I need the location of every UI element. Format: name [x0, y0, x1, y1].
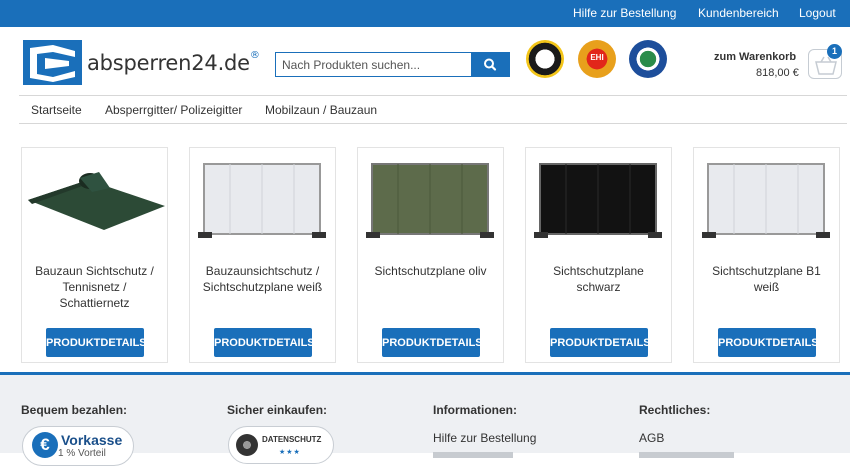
site-footer: Bequem bezahlen: € Vorkasse 1 % Vorteil …: [0, 372, 850, 466]
product-title[interactable]: Bauzaunsichtschutz / Sichtschutzplane we…: [195, 263, 330, 295]
product-card[interactable]: Sichtschutzplane oliv PRODUKTDETAILS: [357, 147, 504, 363]
vorkasse-subtitle: 1 % Vorteil: [58, 448, 106, 459]
vorkasse-badge[interactable]: € Vorkasse 1 % Vorteil: [22, 426, 134, 466]
product-title[interactable]: Sichtschutzplane oliv: [363, 263, 498, 279]
search-input[interactable]: [276, 53, 472, 76]
vorkasse-title: Vorkasse: [61, 432, 123, 448]
datenschutz-stars: ★★★: [279, 449, 301, 456]
search-button[interactable]: [471, 53, 509, 76]
ehi-seal-label: EHI: [590, 53, 604, 62]
nav-item-mobilzaun[interactable]: Mobilzaun / Bauzaun: [265, 103, 377, 117]
product-image-olive-panel[interactable]: [358, 148, 503, 252]
search-icon: [484, 58, 497, 71]
help-link[interactable]: Hilfe zur Bestellung: [573, 6, 676, 20]
product-details-button[interactable]: PRODUKTDETAILS: [46, 328, 147, 357]
logo-wordmark: absperren24.de®: [87, 50, 260, 75]
trusted-shops-seal-icon[interactable]: [526, 40, 564, 78]
product-details-button[interactable]: PRODUKTDETAILS: [214, 328, 315, 357]
product-image-white-panel[interactable]: [190, 148, 335, 252]
product-details-button[interactable]: PRODUKTDETAILS: [382, 328, 483, 357]
nav-item-absperrgitter[interactable]: Absperrgitter/ Polizeigitter: [105, 103, 242, 117]
footer-heading-payment: Bequem bezahlen:: [21, 403, 128, 417]
cart-total: 818,00 €: [756, 67, 799, 79]
product-image-black-panel[interactable]: [526, 148, 671, 252]
account-link[interactable]: Kundenbereich: [698, 6, 779, 20]
product-card[interactable]: Sichtschutzplane B1 weiß PRODUKTDETAILS: [693, 147, 840, 363]
top-utility-bar: Hilfe zur Bestellung Kundenbereich Logou…: [0, 0, 850, 27]
datenschutz-badge[interactable]: DATENSCHUTZ ★★★: [228, 426, 334, 464]
footer-heading-legal: Rechtliches:: [639, 403, 711, 417]
footer-link-help[interactable]: Hilfe zur Bestellung: [433, 431, 536, 445]
trust-badge-seal-icon[interactable]: [629, 40, 667, 78]
product-title[interactable]: Sichtschutzplane schwarz: [531, 263, 666, 295]
ehi-seal-icon[interactable]: EHI: [578, 40, 616, 78]
datenschutz-title: DATENSCHUTZ: [262, 435, 322, 444]
cart-label[interactable]: zum Warenkorb: [714, 51, 796, 63]
footer-heading-info: Informationen:: [433, 403, 517, 417]
nav-item-home[interactable]: Startseite: [31, 103, 82, 117]
product-title[interactable]: Sichtschutzplane B1 weiß: [699, 263, 834, 295]
product-details-button[interactable]: PRODUKTDETAILS: [550, 328, 651, 357]
site-logo[interactable]: absperren24.de®: [23, 40, 263, 86]
product-card[interactable]: Sichtschutzplane schwarz PRODUKTDETAILS: [525, 147, 672, 363]
cart-count-badge: 1: [827, 44, 842, 59]
search-form: [275, 52, 510, 77]
product-image-net-roll[interactable]: [22, 148, 167, 252]
logo-mark-icon: [23, 40, 82, 85]
footer-heading-security: Sicher einkaufen:: [227, 403, 328, 417]
product-image-white-panel[interactable]: [694, 148, 839, 252]
product-title[interactable]: Bauzaun Sichtschutz / Tennisnetz / Schat…: [27, 263, 162, 311]
product-card[interactable]: Bauzaun Sichtschutz / Tennisnetz / Schat…: [21, 147, 168, 363]
euro-icon: €: [32, 432, 58, 458]
main-navigation: Startseite Absperrgitter/ Polizeigitter …: [19, 95, 847, 124]
logout-link[interactable]: Logout: [799, 6, 836, 20]
product-card[interactable]: Bauzaunsichtschutz / Sichtschutzplane we…: [189, 147, 336, 363]
footer-link-agb[interactable]: AGB: [639, 431, 664, 445]
product-details-button[interactable]: PRODUKTDETAILS: [718, 328, 819, 357]
